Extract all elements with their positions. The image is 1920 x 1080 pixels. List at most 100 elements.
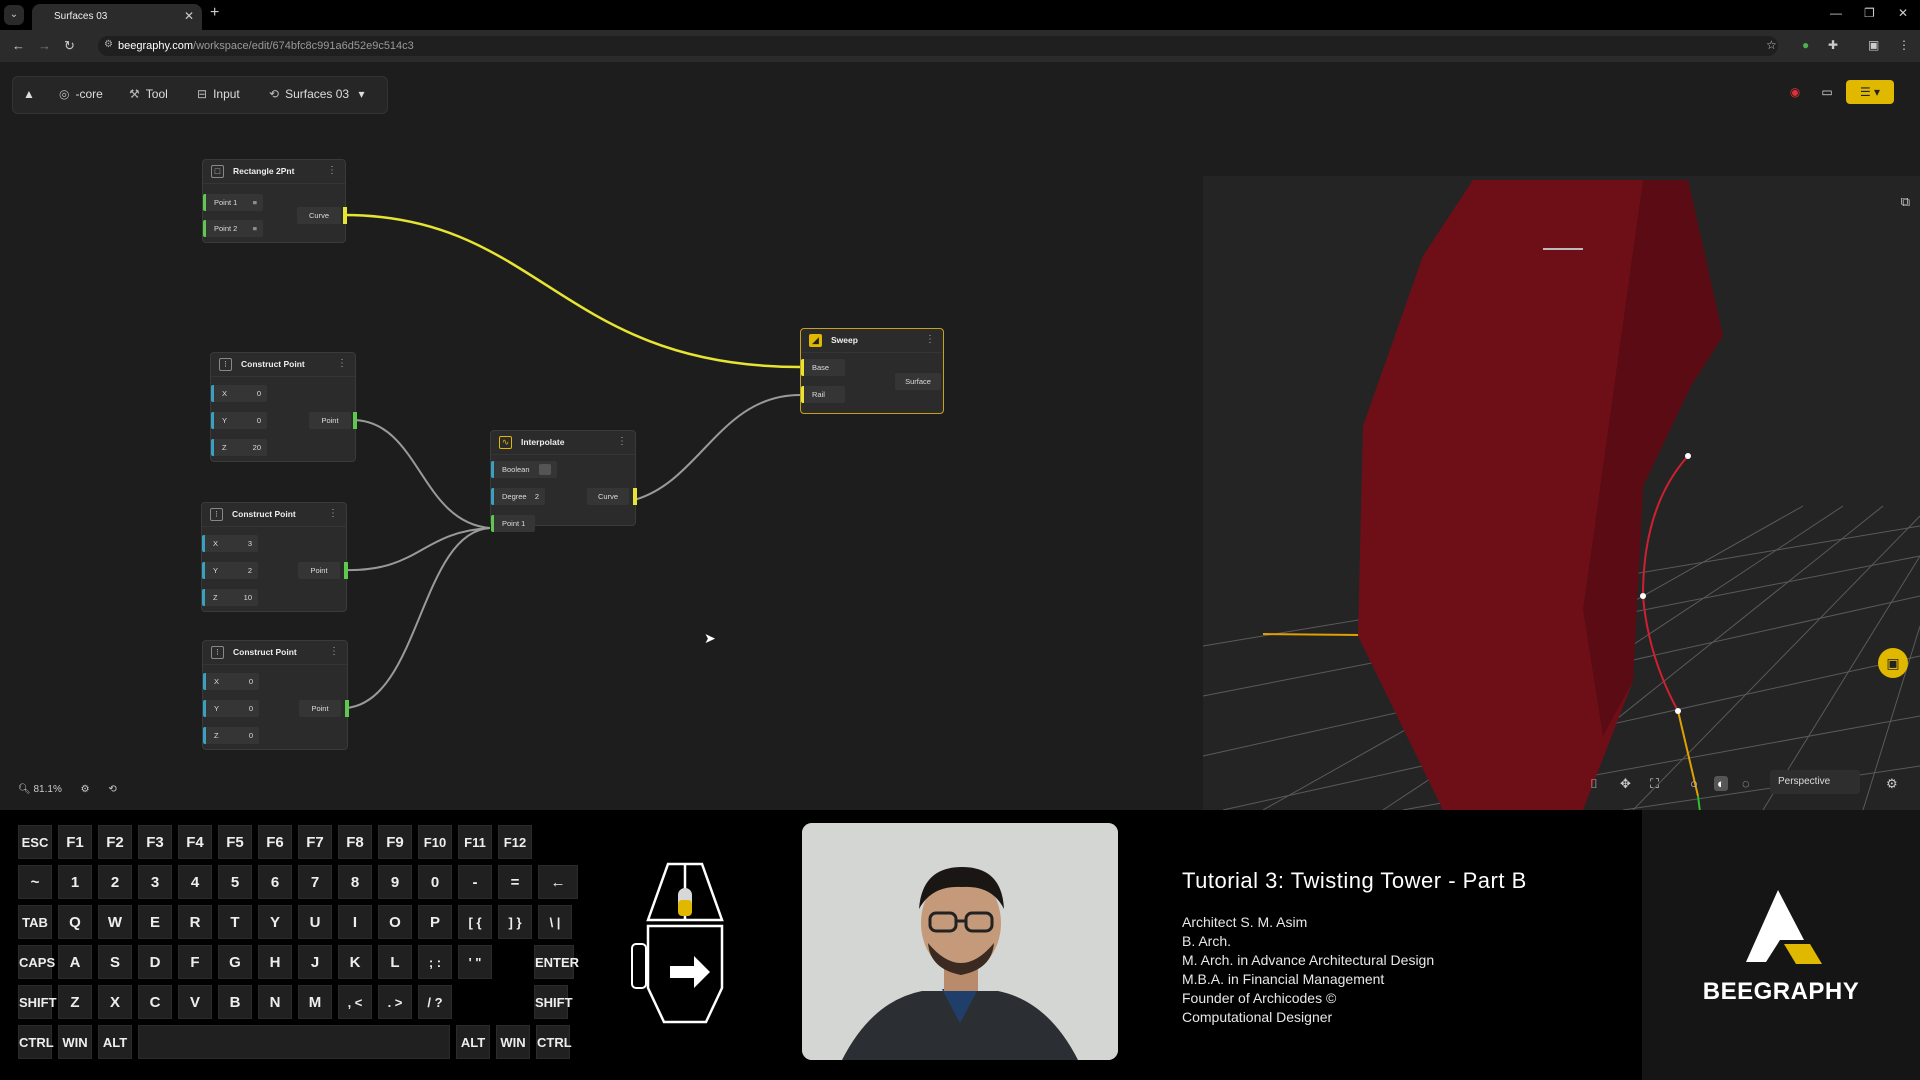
site-info-icon[interactable]: ⚙ [104, 39, 113, 50]
output-handle[interactable] [344, 562, 348, 579]
close-window-icon[interactable]: ✕ [1898, 6, 1908, 20]
port-z[interactable]: Z0 [203, 727, 259, 744]
node-menu-icon[interactable]: ⋮ [327, 165, 337, 176]
port-boolean[interactable]: Boolean [491, 461, 557, 478]
restore-icon[interactable]: ❐ [1864, 6, 1875, 20]
tab-close-icon[interactable]: ✕ [184, 9, 194, 23]
port-surface-out[interactable]: Surface [895, 373, 941, 390]
presenter-image [802, 823, 1118, 1060]
reload-icon[interactable]: ↻ [64, 38, 75, 54]
node-menu-icon[interactable]: ⋮ [617, 436, 627, 447]
port-y[interactable]: Y0 [211, 412, 267, 429]
canvas-settings-icon[interactable]: ⚙ [81, 784, 90, 795]
key-4-9: . > [378, 985, 412, 1019]
credential-line: Founder of Archicodes © [1182, 990, 1337, 1006]
output-handle[interactable] [345, 700, 349, 717]
key-2-12: ] } [498, 905, 532, 939]
key-2-5: T [218, 905, 252, 939]
node-interpolate[interactable]: ∿ Interpolate ⋮ Boolean Degree 2 Point 1 Cu… [490, 430, 637, 532]
node-sweep[interactable]: ◢ Sweep ⋮ Base Rail Surface [800, 328, 944, 414]
orbit-icon[interactable]: ✥ [1620, 776, 1631, 792]
fit-view-icon[interactable]: ⛶ [1650, 776, 1659, 792]
key-1-10: 0 [418, 865, 452, 899]
port-x[interactable]: X0 [211, 385, 267, 402]
3d-viewport[interactable]: ⧉ ▣ [1202, 176, 1920, 837]
extensions-puzzle-icon[interactable]: ✚ [1828, 38, 1838, 52]
port-point-out[interactable]: Point [298, 562, 340, 579]
output-handle[interactable] [353, 412, 357, 429]
node-construct-point-1[interactable]: ⁝ Construct Point ⋮ X0 Y0 Z 20 Point [210, 352, 357, 462]
node-menu-icon[interactable]: ⋮ [328, 508, 338, 519]
minimize-icon[interactable]: — [1830, 6, 1842, 20]
port-base[interactable]: Base [801, 359, 845, 376]
zoom-icon[interactable]: 🔍︎ [18, 784, 31, 795]
key-2-2: W [98, 905, 132, 939]
key-4-11: SHIFT [534, 985, 573, 1019]
address-bar-row: ← → ↻ ⚙ beegraphy.com/workspace/edit/674… [0, 30, 1920, 62]
camera-icon[interactable]: ⌷ [1590, 776, 1598, 792]
port-y[interactable]: Y2 [202, 562, 258, 579]
output-handle[interactable] [343, 207, 347, 224]
curve-icon: ∿ [499, 436, 512, 449]
viewport-expand-icon[interactable]: ⧉ [1901, 194, 1910, 210]
camera-mode-select[interactable]: Perspective [1770, 770, 1860, 794]
browser-tab[interactable]: Surfaces 03 ✕ [32, 4, 202, 30]
credential-line: M.B.A. in Financial Management [1182, 971, 1385, 987]
port-z[interactable]: Z 10 [202, 589, 258, 606]
key-3-10: ; : [418, 945, 452, 979]
port-degree[interactable]: Degree 2 [491, 488, 545, 505]
node-menu-icon[interactable]: ⋮ [925, 334, 935, 345]
beegraphy-editor: ▲ ◎ -core ⚒ Tool ⊟ Input ⟲ Surfaces 03 ▾ ◉ ▭… [0, 62, 1920, 837]
back-icon[interactable]: ← [12, 38, 25, 53]
port-z[interactable]: Z 20 [211, 439, 267, 456]
tutorial-info: Tutorial 3: Twisting Tower - Part B Arch… [1182, 868, 1527, 1026]
port-x[interactable]: X3 [202, 535, 258, 552]
bookmark-star-icon[interactable]: ☆ [1766, 38, 1777, 52]
settings-toggle-button[interactable]: ☰ ▾ [1846, 80, 1894, 104]
url-field[interactable]: ⚙ beegraphy.com/workspace/edit/674bfc8c9… [98, 36, 1778, 56]
key-2-6: Y [258, 905, 292, 939]
wireframe-mode-icon[interactable]: ○ [1690, 776, 1698, 791]
port-point-out[interactable]: Point [309, 412, 351, 429]
browser-menu-icon[interactable]: ⋮ [1898, 38, 1910, 52]
port-point-out[interactable]: Point [299, 700, 341, 717]
node-construct-point-3[interactable]: ⁝ Construct Point ⋮ X0 Y0 Z0 Point [202, 640, 349, 750]
node-rectangle-2pnt[interactable]: □ Rectangle 2Pnt ⋮ Point 1 ≡ Point 2 ≡ Curve [202, 159, 347, 243]
port-x[interactable]: X0 [203, 673, 259, 690]
user-avatar-icon[interactable]: ◉ [1782, 80, 1808, 104]
key-3-5: G [218, 945, 252, 979]
new-tab-icon[interactable]: + [210, 4, 219, 22]
port-curve-out[interactable]: Curve [297, 207, 341, 224]
tab-search-icon[interactable]: ⌄ [4, 5, 24, 25]
port-rail[interactable]: Rail [801, 386, 845, 403]
chat-icon[interactable]: ▣ [1878, 648, 1908, 678]
node-construct-point-2[interactable]: ⁝ Construct Point ⋮ X3 Y2 Z 10 Point [201, 502, 348, 612]
port-curve-out[interactable]: Curve [587, 488, 629, 505]
boolean-toggle[interactable] [539, 464, 551, 475]
key-1-1: 1 [58, 865, 92, 899]
port-y[interactable]: Y0 [203, 700, 259, 717]
node-title: Construct Point [232, 509, 296, 519]
key-3-2: S [98, 945, 132, 979]
port-point2[interactable]: Point 2 ≡ [203, 220, 263, 237]
node-menu-icon[interactable]: ⋮ [337, 358, 347, 369]
port-point1[interactable]: Point 1 [491, 515, 535, 532]
brand-name: BEEGRAPHY [1702, 978, 1860, 1005]
forward-icon[interactable]: → [38, 38, 51, 53]
beegraphy-logo-icon [1746, 890, 1822, 964]
output-handle[interactable] [633, 488, 637, 505]
comments-icon[interactable]: ▭ [1814, 80, 1840, 104]
port-point1[interactable]: Point 1 ≡ [203, 194, 263, 211]
rectangle-icon: □ [211, 165, 224, 178]
extension-icon[interactable]: ● [1802, 38, 1809, 52]
key-4-6: N [258, 985, 292, 1019]
node-menu-icon[interactable]: ⋮ [329, 646, 339, 657]
viewport-settings-icon[interactable]: ⚙ [1886, 776, 1898, 792]
rendered-mode-icon[interactable]: ◌ [1742, 776, 1750, 791]
key-4-0: SHIFT [18, 985, 57, 1019]
shaded-mode-icon[interactable]: ◐ [1714, 776, 1728, 791]
credential-line: M. Arch. in Advance Architectural Design [1182, 952, 1435, 968]
undo-history-icon[interactable]: ⟲ [108, 784, 116, 795]
node-title: Rectangle 2Pnt [233, 166, 295, 176]
profile-icon[interactable]: ▣ [1868, 38, 1879, 52]
